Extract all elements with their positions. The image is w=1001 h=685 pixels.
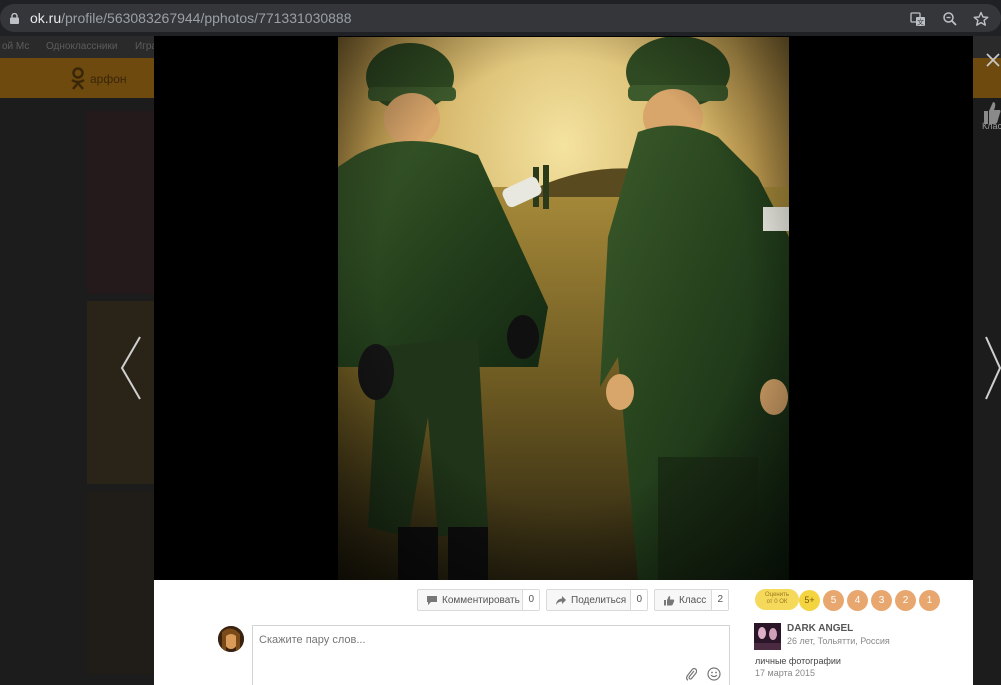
share-icon (556, 596, 566, 605)
like-count: 2 (711, 590, 728, 610)
current-user-avatar[interactable] (218, 626, 244, 652)
album-link[interactable]: личные фотографии (755, 656, 841, 666)
share-button[interactable]: Поделиться 0 (546, 589, 648, 611)
share-button-label: Поделиться (571, 595, 627, 606)
omnibox[interactable]: ok.ru/profile/563083267944/pphotos/77133… (0, 4, 1001, 32)
url-text[interactable]: ok.ru/profile/563083267944/pphotos/77133… (30, 10, 352, 26)
url-host: ok.ru (30, 10, 62, 26)
ok-logo-icon[interactable] (70, 67, 88, 91)
author-avatar[interactable] (754, 623, 781, 650)
zoom-icon[interactable] (942, 11, 958, 27)
rate-badge-line1: Оценить (765, 592, 789, 598)
share-count: 0 (630, 590, 647, 610)
background-photo-thumb[interactable] (87, 111, 155, 294)
photo-info-panel: Комментировать 0 Поделиться 0 Класс 2 Ск… (154, 580, 973, 685)
close-viewer-icon[interactable] (985, 52, 1001, 72)
rate-option-5[interactable]: 5 (823, 590, 844, 611)
comment-count: 0 (522, 590, 539, 610)
like-button-label: Класс (679, 595, 707, 606)
comment-icon (427, 596, 437, 605)
rate-option-1[interactable]: 1 (919, 590, 940, 611)
like-button[interactable]: Класс 2 (654, 589, 729, 611)
rate-badge-line2: от 0 ОК (766, 599, 788, 605)
previous-photo-arrow-icon[interactable] (118, 335, 144, 401)
main-photo[interactable] (338, 37, 789, 580)
rate-option-2[interactable]: 2 (895, 590, 916, 611)
smiley-icon[interactable] (707, 667, 721, 681)
bookmark-star-icon[interactable] (973, 11, 989, 27)
comment-input[interactable] (259, 632, 659, 648)
lock-icon (10, 13, 19, 24)
attach-clip-icon[interactable] (685, 667, 697, 681)
header-text: арфон (90, 72, 127, 86)
photo-date: 17 марта 2015 (755, 668, 816, 678)
browser-address-bar: ok.ru/profile/563083267944/pphotos/77133… (0, 0, 1001, 36)
background-photo-thumb[interactable] (87, 491, 155, 674)
like-icon (664, 596, 675, 606)
comment-input-box[interactable] (252, 625, 730, 685)
bookmark-item[interactable]: ой Мс (2, 41, 29, 52)
author-name[interactable]: DARK ANGEL (787, 623, 853, 634)
rate-badge[interactable]: Оценить от 0 ОК (755, 589, 799, 610)
comment-button[interactable]: Комментировать 0 (417, 589, 540, 611)
next-photo-arrow-icon[interactable] (984, 335, 1001, 401)
author-info: 26 лет, Тольятти, Россия (787, 636, 890, 646)
bookmark-item[interactable]: Одноклассники (46, 41, 117, 52)
rate-option-4[interactable]: 4 (847, 590, 868, 611)
rate-option-5plus[interactable]: 5+ (799, 590, 820, 611)
url-path: /profile/563083267944/pphotos/7713310308… (61, 10, 352, 26)
svg-text:文: 文 (917, 18, 924, 27)
translate-icon[interactable]: 文 (910, 11, 926, 27)
side-like-label: Клас (982, 121, 1001, 131)
comment-button-label: Комментировать (442, 595, 520, 606)
rate-option-3[interactable]: 3 (871, 590, 892, 611)
